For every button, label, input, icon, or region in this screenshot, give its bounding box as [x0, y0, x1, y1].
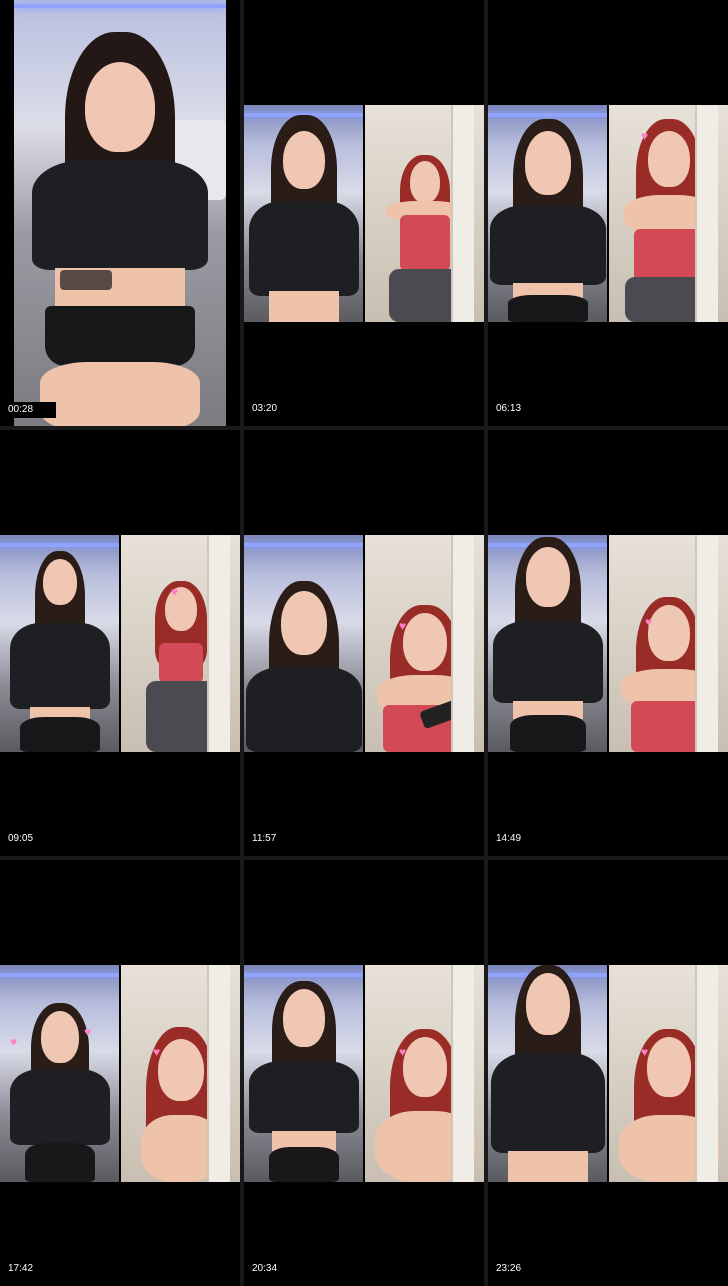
- video-frame: ♥: [0, 535, 240, 752]
- thumbnail-cell[interactable]: ♥ 09:05: [0, 430, 240, 856]
- timestamp-label: 03:20: [252, 403, 278, 414]
- timestamp-label: 06:13: [496, 403, 522, 414]
- timestamp-label: 09:05: [8, 833, 34, 844]
- thumbnail-cell[interactable]: 00:28: [0, 0, 240, 426]
- video-frame: ♥ ♥ ♥: [0, 965, 240, 1182]
- thumbnail-cell[interactable]: ♥ 20:34: [244, 860, 484, 1286]
- video-frame: ♥: [488, 535, 728, 752]
- thumbnail-cell[interactable]: ♥ 11:57: [244, 430, 484, 856]
- video-frame: ♥: [488, 965, 728, 1182]
- thumbnail-cell[interactable]: ♥ 06:13: [488, 0, 728, 426]
- thumbnail-grid: 00:28 03:20 ♥ 06:13 ♥ 09:05 ♥ 11:57 ♥ 14…: [0, 0, 728, 1286]
- thumbnail-cell[interactable]: ♥ 23:26: [488, 860, 728, 1286]
- video-frame: ♥: [244, 965, 484, 1182]
- thumbnail-cell[interactable]: 03:20: [244, 0, 484, 426]
- timestamp-label: 11:57: [252, 833, 277, 844]
- video-frame: [14, 0, 226, 426]
- video-frame: ♥: [488, 105, 728, 322]
- thumbnail-cell[interactable]: ♥ ♥ ♥ 17:42: [0, 860, 240, 1286]
- timestamp-label: 17:42: [8, 1263, 34, 1274]
- thumbnail-cell[interactable]: ♥ 14:49: [488, 430, 728, 856]
- video-frame: [244, 105, 484, 322]
- video-frame: ♥: [244, 535, 484, 752]
- timestamp-label: 23:26: [496, 1263, 522, 1274]
- timestamp-label: 14:49: [496, 833, 522, 844]
- timestamp-label: 20:34: [252, 1263, 278, 1274]
- timestamp-label: 00:28: [8, 402, 56, 418]
